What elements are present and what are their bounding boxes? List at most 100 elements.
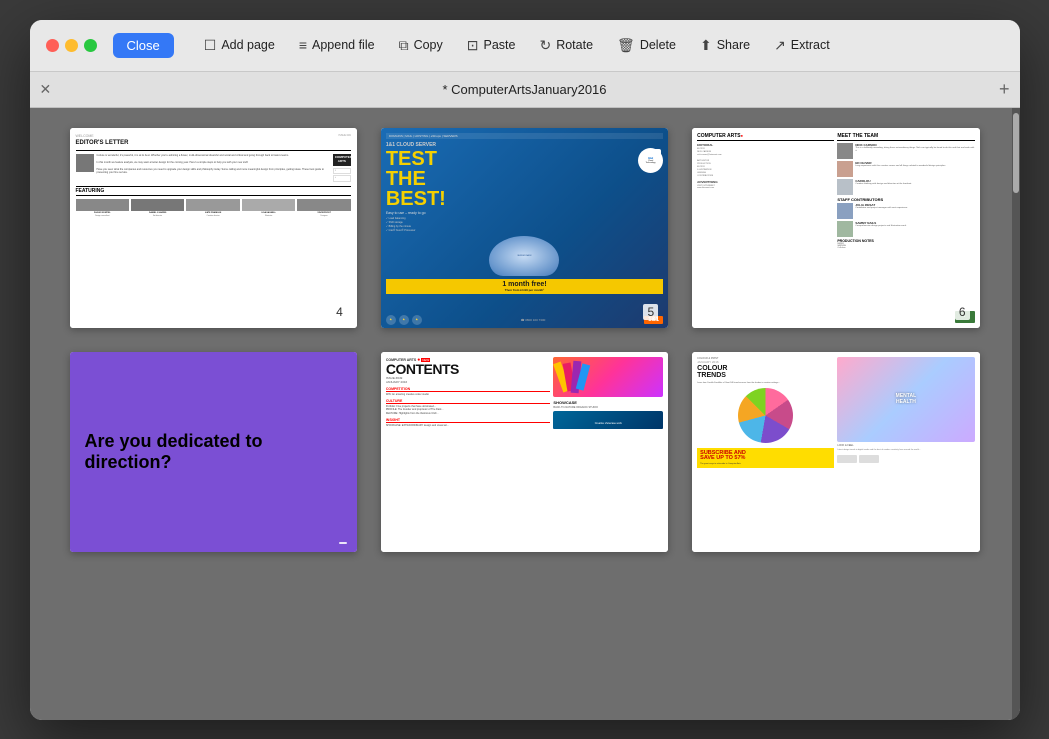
page6-left-title: COMPUTER ARTS● — [697, 133, 834, 141]
add-tab-button[interactable]: + — [999, 80, 1010, 98]
rotate-icon: ↻ — [539, 37, 551, 54]
page4-featuring: FEATURING — [76, 186, 351, 197]
page5-cloud-title: 1&1 CLOUD SERVER — [386, 142, 663, 148]
paste-button[interactable]: ⊡ Paste — [457, 32, 526, 59]
page4-body-text: Culture is wonderful, it's powerful, it … — [97, 154, 330, 182]
page5-badge2: ⭐ — [399, 315, 409, 325]
contents-page-number — [650, 542, 658, 544]
share-icon: ⬆ — [700, 37, 712, 54]
rotate-button[interactable]: ↻ Rotate — [529, 32, 603, 59]
page5-content: DOMAINS | MAIL | HOSTING | eShops | SERV… — [381, 128, 668, 328]
page-thumb-6[interactable]: COMPUTER ARTS● EDITORIAL EDITORNICK CARS… — [692, 128, 979, 328]
page6-right-col: MEET THE TEAM NICK CARSON This is a bril… — [837, 133, 974, 249]
page6-staff-contributors: STAFF CONTRIBUTORS — [837, 197, 974, 202]
trends-page-number — [962, 542, 970, 544]
page4-people: FLAVIO MONTIEL Design consultant DANIEL … — [76, 199, 351, 217]
add-page-button[interactable]: ☐ Add page — [194, 32, 285, 59]
trends-article-label: LOOK & FEEL — [837, 444, 974, 447]
page6-julia-desc: Contributor and project manager with vas… — [855, 207, 908, 210]
trends-subscribe-box: SUBSCRIBE ANDSAVE UP TO 57% The great wa… — [697, 448, 834, 468]
pages-content[interactable]: WELCOME ISSUE 049 EDITOR'S LETTER Cultur… — [30, 108, 1020, 720]
page5-badge-intel: Intel Cloud Technology — [638, 148, 663, 173]
contents-culture-header: CULTURE — [386, 399, 551, 404]
page6-content: COMPUTER ARTS● EDITORIAL EDITORNICK CARS… — [692, 128, 979, 328]
trends-headline: COLOURTRENDS — [697, 365, 834, 379]
contents-competition-items: WIN: An amazing creative coder studio — [386, 393, 551, 397]
append-file-icon: ≡ — [299, 37, 307, 53]
tabbar: ✕ * ComputerArtsJanuary2016 + — [30, 72, 1020, 108]
page4-content: WELCOME ISSUE 049 EDITOR'S LETTER Cultur… — [70, 128, 357, 328]
contents-showcase-label: SHOWCASE — [553, 399, 663, 406]
subscribe-desc: The great ways to subscribe to Computer … — [700, 463, 831, 465]
trends-issue: JANUARY 2016 — [697, 360, 834, 364]
subscribe-box: SUBSCRIBE ANDSAVE UP TO 57% The great wa… — [697, 448, 834, 468]
contents-competition-header: COMPETITION — [386, 387, 551, 392]
contents-insight-header: INSIGHT — [386, 418, 551, 423]
trends-logo1 — [837, 455, 857, 463]
extract-label: Extract — [791, 38, 830, 52]
page5-features: ✓ Load balancing ✓ SSD storage ✓ Billing… — [386, 217, 663, 233]
minimize-traffic-light[interactable] — [65, 39, 78, 52]
trends-left: COLOUR & PRINT JANUARY 2016 COLOURTRENDS… — [697, 357, 834, 547]
share-label: Share — [717, 38, 750, 52]
delete-button[interactable]: 🗑 Delete — [607, 32, 686, 59]
page6-production-text: PAPERVARNISHCellulose — [837, 243, 974, 249]
rotate-label: Rotate — [556, 38, 593, 52]
page-thumb-5[interactable]: DOMAINS | MAIL | HOSTING | eShops | SERV… — [381, 128, 668, 328]
scrollbar[interactable] — [1012, 108, 1020, 720]
add-page-icon: ☐ — [204, 37, 217, 54]
copy-button[interactable]: ⧉ Copy — [389, 32, 453, 59]
page6-julia-photo — [837, 203, 853, 219]
page6-staff2-desc: Long experience with this creative caree… — [855, 165, 946, 168]
trends-visual-top: MENTALHEALTH — [837, 357, 974, 443]
contents-showcase-alt: Creative showcase work — [593, 420, 624, 427]
share-button[interactable]: ⬆ Share — [690, 32, 760, 59]
append-file-label: Append file — [312, 38, 375, 52]
page6-left-col: COMPUTER ARTS● EDITORIAL EDITORNICK CARS… — [697, 133, 834, 249]
tab-title: * ComputerArtsJanuary2016 — [46, 82, 1004, 97]
close-traffic-light[interactable] — [46, 39, 59, 52]
append-file-button[interactable]: ≡ Append file — [289, 32, 385, 58]
contents-culture-items: Portfolio: Five projects that have domin… — [386, 405, 551, 416]
contents-insight-items: SHOWCASE: EXTRAORDINARY design and visua… — [386, 424, 551, 428]
close-button[interactable]: Close — [113, 33, 174, 58]
paste-icon: ⊡ — [467, 37, 479, 54]
copy-icon: ⧉ — [399, 37, 409, 54]
trends-article-text: Latest design trends in digital media an… — [837, 449, 974, 452]
trends-logo2 — [859, 455, 879, 463]
paste-label: Paste — [484, 38, 516, 52]
page6-editorial-text: EDITORNICK CARSON nick.carson@futurenet.… — [697, 148, 834, 178]
maximize-traffic-light[interactable] — [84, 39, 97, 52]
page6-sammy-photo — [837, 221, 853, 237]
app-window: Close ☐ Add page ≡ Append file ⧉ Copy ⊡ … — [30, 20, 1020, 720]
page5-badge3: ⭐ — [412, 315, 422, 325]
page5-easy: Easy to use – ready to go — [386, 211, 663, 215]
extract-button[interactable]: ↗ Extract — [764, 32, 840, 59]
delete-icon: 🗑 — [617, 37, 635, 54]
page5-phone: ☎ 0800 100 7300 — [521, 318, 546, 322]
tab-close-button[interactable]: ✕ — [40, 81, 52, 98]
page-thumb-purple[interactable]: Are you dedicated to direction? — [70, 352, 357, 552]
page4-issue: ISSUE 049 — [338, 134, 350, 141]
page-thumb-4[interactable]: WELCOME ISSUE 049 EDITOR'S LETTER Cultur… — [70, 128, 357, 328]
toolbar-actions: ☐ Add page ≡ Append file ⧉ Copy ⊡ Paste … — [194, 32, 1004, 59]
trends-partner-logos — [837, 455, 974, 463]
page6-advertising-text: VISIT FUTURENETwww.futurenet.com — [697, 185, 834, 191]
page5-topbar: DOMAINS | MAIL | HOSTING | eShops | SERV… — [386, 133, 663, 139]
page-thumb-contents[interactable]: COMPUTER ARTS ● NEW CONTENTS ISSUE #049J… — [381, 352, 668, 552]
page4-photo — [76, 154, 94, 172]
contents-showcase-desc: BACK-TO-NATURE ORGANIC STUDIO — [553, 406, 663, 409]
trends-body: Learn how Camille Familliés of Oiuot Dil… — [697, 382, 834, 385]
page-purple-content: Are you dedicated to direction? — [70, 352, 357, 552]
page5-offer: 1 month free! Then from £4.99 per month¹ — [386, 279, 663, 294]
page4-title: EDITOR'S LETTER — [76, 140, 351, 151]
pages-grid: WELCOME ISSUE 049 EDITOR'S LETTER Cultur… — [70, 128, 980, 552]
page6-nick-photo — [837, 143, 853, 159]
page4-sidebar: COMPUTERARTS f t — [333, 154, 351, 182]
page-contents-content: COMPUTER ARTS ● NEW CONTENTS ISSUE #049J… — [381, 352, 668, 552]
page6-nick-desc: This is a brilliantly rewarding, doing t… — [855, 147, 974, 153]
delete-label: Delete — [640, 38, 676, 52]
purple-ad-text: Are you dedicated to direction? — [85, 431, 342, 472]
page-thumb-trends[interactable]: COLOUR & PRINT JANUARY 2016 COLOURTRENDS… — [692, 352, 979, 552]
scrollbar-thumb[interactable] — [1013, 113, 1019, 193]
